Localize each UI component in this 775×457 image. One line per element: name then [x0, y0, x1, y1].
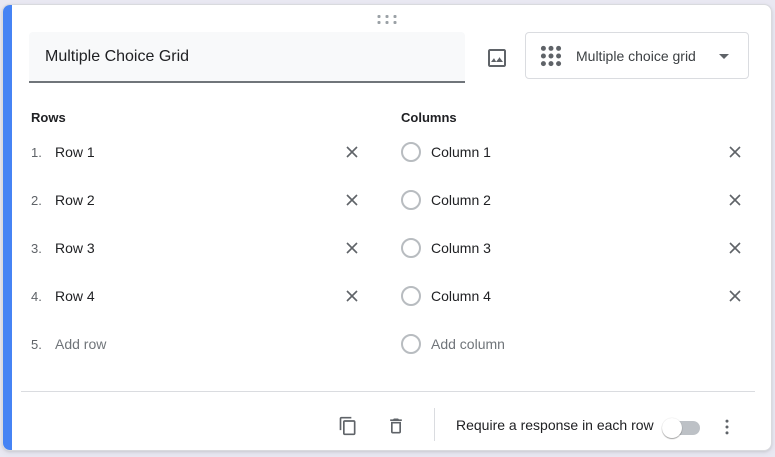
question-card: Multiple choice grid Rows Columns 1. Row…: [2, 4, 772, 451]
remove-column-button[interactable]: [723, 284, 747, 308]
active-question-accent-bar: [3, 5, 12, 450]
dropdown-caret-icon: [712, 44, 736, 68]
column-item-3: Column 3: [401, 224, 747, 272]
close-icon: [726, 239, 744, 257]
row-label-input[interactable]: Row 1: [55, 144, 95, 160]
close-icon: [343, 287, 361, 305]
toggle-thumb: [662, 418, 682, 438]
column-item-1: Column 1: [401, 128, 747, 176]
close-icon: [343, 239, 361, 257]
radio-circle-icon: [401, 286, 421, 306]
remove-column-button[interactable]: [723, 188, 747, 212]
duplicate-icon: [338, 416, 358, 436]
add-column-item: Add column: [401, 320, 747, 368]
row-item-4: 4. Row 4: [31, 272, 364, 320]
add-row-item: 5. Add row: [31, 320, 364, 368]
question-type-label: Multiple choice grid: [576, 48, 696, 64]
radio-circle-icon: [401, 142, 421, 162]
remove-row-button[interactable]: [340, 236, 364, 260]
close-icon: [726, 191, 744, 209]
close-icon: [343, 143, 361, 161]
rows-list: 1. Row 1 2. Row 2 3. Row 3: [31, 128, 364, 368]
row-number: 3.: [31, 241, 55, 256]
remove-column-button[interactable]: [723, 236, 747, 260]
trash-icon: [386, 416, 406, 436]
row-number: 1.: [31, 145, 55, 160]
column-label-input[interactable]: Column 4: [431, 288, 491, 304]
column-label-input[interactable]: Column 3: [431, 240, 491, 256]
remove-row-button[interactable]: [340, 188, 364, 212]
close-icon: [726, 143, 744, 161]
row-label-input[interactable]: Row 2: [55, 192, 95, 208]
row-item-1: 1. Row 1: [31, 128, 364, 176]
delete-question-button[interactable]: [382, 412, 410, 440]
question-title-input[interactable]: [29, 32, 465, 83]
radio-circle-icon: [401, 334, 421, 354]
remove-row-button[interactable]: [340, 140, 364, 164]
add-column-field[interactable]: Add column: [431, 336, 505, 352]
row-item-2: 2. Row 2: [31, 176, 364, 224]
question-type-dropdown[interactable]: Multiple choice grid: [525, 32, 749, 79]
toolbar-divider: [434, 408, 435, 441]
drag-handle-icon[interactable]: [378, 15, 397, 24]
row-label-input[interactable]: Row 3: [55, 240, 95, 256]
column-item-2: Column 2: [401, 176, 747, 224]
remove-row-button[interactable]: [340, 284, 364, 308]
columns-header: Columns: [401, 110, 457, 125]
radio-circle-icon: [401, 238, 421, 258]
row-number: 5.: [31, 337, 55, 352]
close-icon: [726, 287, 744, 305]
more-options-button[interactable]: [714, 414, 740, 440]
require-toggle[interactable]: [662, 418, 702, 438]
remove-column-button[interactable]: [723, 140, 747, 164]
kebab-menu-icon: [717, 417, 737, 437]
add-row-field[interactable]: Add row: [55, 336, 106, 352]
column-label-input[interactable]: Column 2: [431, 192, 491, 208]
image-icon: [485, 46, 509, 70]
close-icon: [343, 191, 361, 209]
footer-divider: [21, 391, 755, 392]
require-response-label: Require a response in each row: [456, 417, 654, 433]
columns-list: Column 1 Column 2 Column 3: [401, 128, 747, 368]
duplicate-question-button[interactable]: [334, 412, 362, 440]
row-item-3: 3. Row 3: [31, 224, 364, 272]
row-number: 2.: [31, 193, 55, 208]
column-label-input[interactable]: Column 1: [431, 144, 491, 160]
row-number: 4.: [31, 289, 55, 304]
grid-dots-icon: [538, 43, 564, 69]
radio-circle-icon: [401, 190, 421, 210]
add-image-button[interactable]: [482, 43, 512, 73]
page-background: Multiple choice grid Rows Columns 1. Row…: [0, 0, 775, 457]
rows-header: Rows: [31, 110, 66, 125]
column-item-4: Column 4: [401, 272, 747, 320]
row-label-input[interactable]: Row 4: [55, 288, 95, 304]
